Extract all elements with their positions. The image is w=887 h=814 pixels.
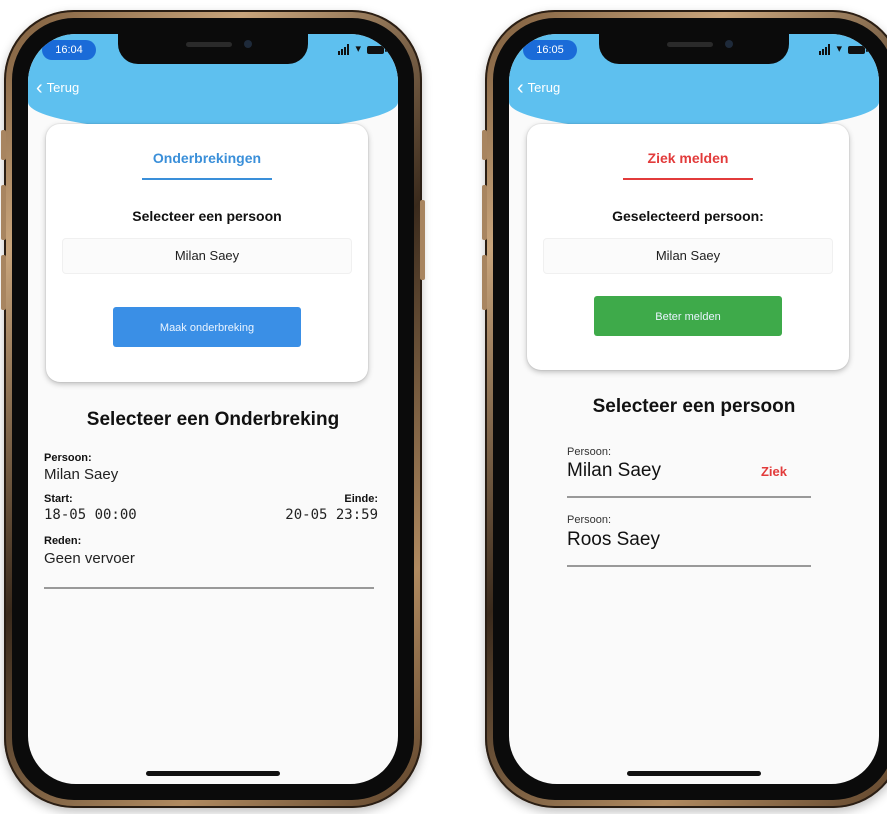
maak-onderbreking-button[interactable]: Maak onderbreking	[113, 307, 301, 347]
speaker-grille	[667, 42, 713, 47]
section-title: Selecteer een Onderbreking	[86, 409, 340, 430]
selected-person-field[interactable]: Milan Saey	[62, 238, 352, 274]
wifi-icon: ▾	[355, 43, 361, 55]
section-title: Selecteer een persoon	[592, 396, 796, 417]
person-name: Milan Saey	[567, 460, 661, 481]
person-value: Milan Saey	[44, 466, 119, 483]
wifi-icon: ▾	[836, 43, 842, 55]
signal-icon	[819, 44, 831, 55]
person-label: Persoon:	[567, 446, 612, 458]
list-divider	[567, 496, 811, 498]
battery-icon	[367, 45, 387, 54]
list-divider	[44, 587, 374, 589]
reason-value: Geen vervoer	[44, 550, 135, 567]
mute-switch	[1, 130, 6, 160]
list-divider	[567, 565, 811, 567]
front-camera	[725, 40, 733, 48]
front-camera	[244, 40, 252, 48]
battery-icon	[848, 45, 868, 54]
phone-frame-left: 16:04 ▾ ‹ Terug Onderbrekingen Selecteer…	[1, 10, 425, 808]
camera-notch	[118, 34, 308, 64]
chevron-left-icon: ‹	[36, 76, 43, 99]
volume-down-button	[1, 255, 6, 310]
back-label: Terug	[46, 80, 80, 95]
ziek-melden-card: Ziek melden Geselecteerd persoon: Milan …	[527, 124, 849, 370]
status-icons: ▾	[338, 43, 387, 55]
end-label: Einde:	[344, 493, 378, 505]
title-underline	[142, 178, 272, 180]
phone-screen-ziek-melden: 16:05 ▾ ‹ Terug Ziek melden Geselecteerd…	[509, 34, 879, 784]
back-label: Terug	[527, 80, 561, 95]
volume-down-button	[482, 255, 487, 310]
volume-up-button	[1, 185, 6, 240]
status-badge: Ziek	[760, 464, 787, 479]
selected-person-field[interactable]: Milan Saey	[543, 238, 833, 274]
phone-screen-onderbrekingen: 16:04 ▾ ‹ Terug Onderbrekingen Selecteer…	[28, 34, 398, 784]
speaker-grille	[186, 42, 232, 47]
onderbrekingen-card: Onderbrekingen Selecteer een persoon Mil…	[46, 124, 368, 382]
phone-frame-right: 16:05 ▾ ‹ Terug Ziek melden Geselecteerd…	[482, 10, 887, 808]
title-underline	[623, 178, 753, 180]
card-subtitle: Geselecteerd persoon:	[612, 208, 764, 224]
home-indicator[interactable]	[146, 771, 280, 776]
end-value: 20-05 23:59	[285, 507, 378, 523]
beter-melden-button[interactable]: Beter melden	[594, 296, 782, 336]
start-label: Start:	[44, 493, 73, 505]
person-label: Persoon:	[567, 514, 612, 526]
status-time: 16:05	[523, 40, 577, 60]
power-button	[420, 200, 425, 280]
reason-label: Reden:	[44, 535, 82, 547]
card-title: Ziek melden	[647, 150, 729, 166]
back-button[interactable]: ‹ Terug	[36, 76, 80, 99]
home-indicator[interactable]	[627, 771, 761, 776]
card-subtitle: Selecteer een persoon	[132, 208, 282, 224]
chevron-left-icon: ‹	[517, 76, 524, 99]
start-value: 18-05 00:00	[44, 507, 137, 523]
card-title: Onderbrekingen	[152, 150, 262, 166]
status-icons: ▾	[819, 43, 868, 55]
back-button[interactable]: ‹ Terug	[517, 76, 561, 99]
person-label: Persoon:	[44, 452, 92, 464]
volume-up-button	[482, 185, 487, 240]
mute-switch	[482, 130, 487, 160]
person-name: Roos Saey	[567, 529, 660, 550]
signal-icon	[338, 44, 350, 55]
status-time: 16:04	[42, 40, 96, 60]
camera-notch	[599, 34, 789, 64]
